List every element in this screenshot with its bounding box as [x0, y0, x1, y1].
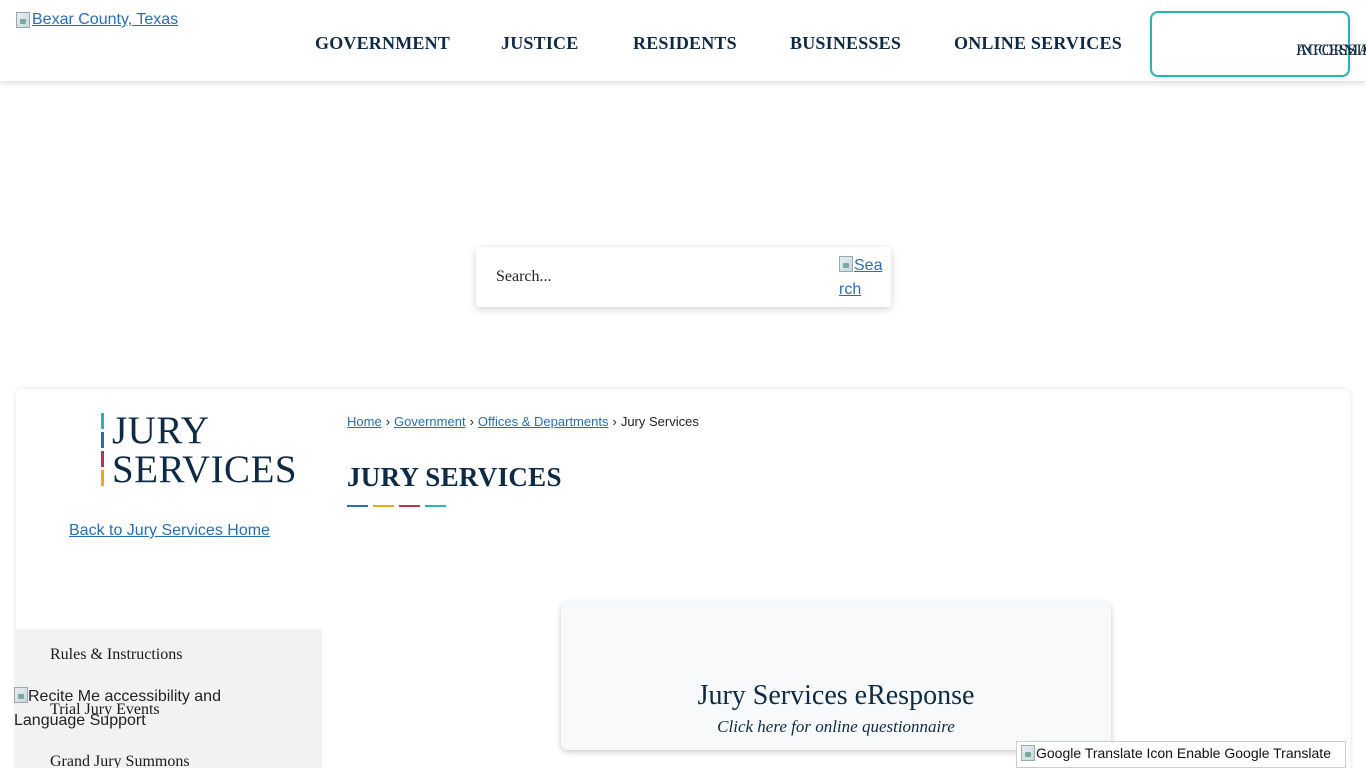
- page-title: JURY SERVICES: [347, 462, 562, 492]
- logo-text: JURY SERVICES: [112, 411, 297, 489]
- recite-me-icon: [14, 687, 28, 703]
- nav-justice[interactable]: JUSTICE: [501, 33, 578, 54]
- google-translate-icon-alt: Google Translate Icon: [1036, 745, 1173, 761]
- breadcrumb-home[interactable]: Home: [347, 414, 382, 429]
- search-input[interactable]: [486, 259, 836, 295]
- site-logo-link[interactable]: Bexar County, Texas: [16, 11, 178, 29]
- accessibility-label-line2: INFORMATION: [1296, 42, 1366, 59]
- nav-residents[interactable]: RESIDENTS: [633, 33, 737, 54]
- breadcrumb-separator: ›: [612, 414, 617, 429]
- title-accent-bars: [347, 505, 447, 508]
- broken-image-icon: [16, 12, 30, 28]
- logo-accent-bars: [101, 413, 104, 489]
- site-header: Bexar County, Texas GOVERNMENT JUSTICE R…: [0, 0, 1366, 81]
- google-translate-icon: [1021, 745, 1035, 761]
- google-translate-label: Enable Google Translate: [1176, 745, 1331, 761]
- title-bar-blue: [347, 505, 368, 507]
- breadcrumb-government[interactable]: Government: [394, 414, 466, 429]
- breadcrumb: Home › Government › Offices & Departments › Ju…: [347, 414, 699, 429]
- search-icon: [839, 256, 853, 272]
- google-translate-button[interactable]: Google Translate Icon Enable Google Tran…: [1016, 741, 1346, 768]
- back-to-jury-home-link[interactable]: Back to Jury Services Home: [69, 522, 270, 540]
- recite-me-alt-text: Recite Me accessibility and Language Sup…: [14, 688, 221, 729]
- sidebar-item-rules[interactable]: Rules & Instructions: [50, 646, 182, 664]
- title-bar-gold: [373, 505, 394, 507]
- search-box: [476, 247, 891, 307]
- logo-alt-text: Bexar County, Texas: [32, 11, 179, 28]
- logo-bar-gold: [101, 470, 104, 486]
- logo-bar-teal: [101, 413, 104, 429]
- recite-me-widget[interactable]: Recite Me accessibility and Language Sup…: [14, 685, 254, 733]
- breadcrumb-current: Jury Services: [620, 414, 699, 429]
- logo-bar-red: [101, 451, 104, 467]
- search-button[interactable]: Sea rch: [839, 254, 887, 302]
- title-bar-red: [399, 505, 420, 507]
- logo-line1: JURY: [112, 409, 210, 452]
- jury-services-logo: JURY SERVICES: [101, 411, 301, 491]
- eresponse-title: Jury Services eResponse: [697, 680, 975, 711]
- nav-businesses[interactable]: BUSINESSES: [790, 33, 901, 54]
- logo-bar-blue: [101, 432, 104, 448]
- breadcrumb-offices[interactable]: Offices & Departments: [478, 414, 609, 429]
- eresponse-card[interactable]: Jury Services eResponse Click here for o…: [561, 602, 1111, 750]
- title-bar-teal: [425, 505, 446, 507]
- nav-online-services[interactable]: ONLINE SERVICES: [954, 33, 1122, 54]
- breadcrumb-separator: ›: [385, 414, 391, 429]
- breadcrumb-separator: ›: [469, 414, 474, 429]
- nav-government[interactable]: GOVERNMENT: [315, 33, 450, 54]
- logo-line2: SERVICES: [112, 448, 298, 491]
- accessibility-information-button[interactable]: ACCESSIBILITYINFORMATION: [1150, 11, 1366, 77]
- sidebar-item-grand-jury-summons[interactable]: Grand Jury Summons: [50, 753, 190, 768]
- eresponse-subtitle: Click here for online questionnaire: [717, 717, 955, 736]
